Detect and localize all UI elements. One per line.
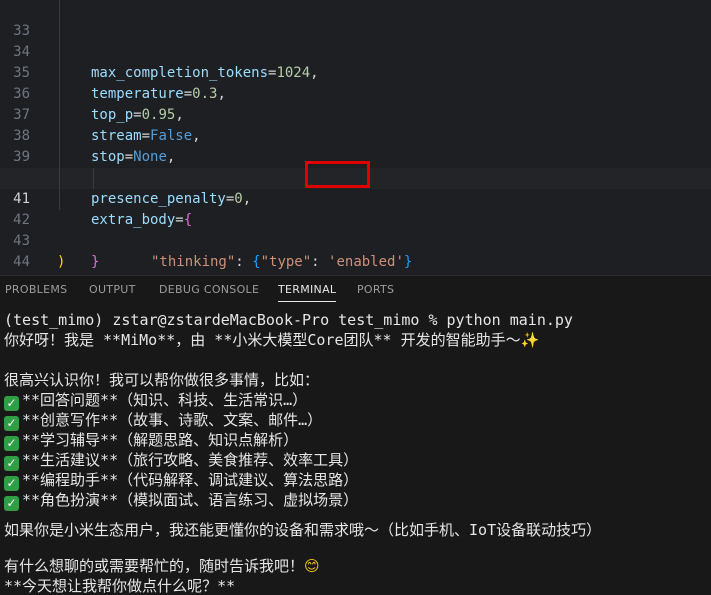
terminal-list-item: ✓ **角色扮演**（模拟面试、语言练习、虚拟场景） <box>4 490 358 511</box>
terminal-output-line: 你好呀！我是 **MiMo**，由 **小米大模型Core团队** 开发的智能助… <box>4 331 540 349</box>
terminal[interactable]: (test_mimo) zstar@zstardeMacBook-Pro tes… <box>0 304 711 595</box>
tab-debug-console[interactable]: DEBUG CONSOLE <box>159 276 259 304</box>
tab-problems[interactable]: PROBLEMS <box>5 276 67 304</box>
code-editor[interactable]: 33 max_completion_tokens=1024, 34 temper… <box>0 0 711 275</box>
smile-icon: 😊 <box>304 557 320 575</box>
code-line[interactable]: 44 <box>0 231 711 270</box>
code-line[interactable]: 45 print(completion.choices[0].message.c… <box>0 252 711 273</box>
terminal-list-item: ✓ **编程助手**（代码解释、调试建议、算法思路） <box>4 470 358 491</box>
check-icon: ✓ <box>4 476 19 491</box>
terminal-output-line: **今天想让我帮你做点什么呢？** <box>4 577 236 595</box>
check-icon: ✓ <box>4 396 19 411</box>
terminal-output-line: 很高兴认识你！我可以帮你做很多事情，比如： <box>4 371 320 389</box>
code-line[interactable]: 37 stop=None, <box>0 84 711 165</box>
terminal-output-line: 如果你是小米生态用户，我还能更懂你的设备和需求哦～（比如手机、IoT设备联动技巧… <box>4 521 602 539</box>
code-line[interactable]: 39 presence_penalty=0, <box>0 126 711 207</box>
code-line[interactable]: 36 stream=False, <box>0 63 711 144</box>
highlight-box <box>305 161 370 188</box>
panel-tabs: PROBLEMS OUTPUT DEBUG CONSOLE TERMINAL P… <box>0 276 711 304</box>
code-line[interactable]: 43 ) <box>0 210 711 270</box>
terminal-list-item: ✓ **回答问题**（知识、科技、生活常识…） <box>4 390 307 411</box>
code-line[interactable]: 38 frequency_penalty=0, <box>0 105 711 186</box>
terminal-list-item: ✓ **生活建议**（旅行攻略、美食推荐、效率工具） <box>4 450 358 471</box>
code-line[interactable]: 34 temperature=0.3, <box>0 21 711 102</box>
check-icon: ✓ <box>4 456 19 471</box>
code-line[interactable]: 35 top_p=0.95, <box>0 42 711 123</box>
tab-output[interactable]: OUTPUT <box>89 276 136 304</box>
tab-terminal[interactable]: TERMINAL <box>278 276 337 304</box>
check-icon: ✓ <box>4 496 19 511</box>
terminal-output-line: 有什么想聊的或需要帮忙的，随时告诉我吧！😊 <box>4 557 320 575</box>
terminal-list-item: ✓ **创意写作**（故事、诗歌、文案、邮件…） <box>4 410 322 431</box>
code-line[interactable]: 33 max_completion_tokens=1024, <box>0 0 711 81</box>
terminal-list-item: ✓ **学习辅导**（解题思路、知识点解析） <box>4 430 298 451</box>
check-icon: ✓ <box>4 416 19 431</box>
sparkle-icon: ✨ <box>520 331 540 349</box>
code-line[interactable]: 42 } <box>0 189 711 270</box>
check-icon: ✓ <box>4 436 19 451</box>
terminal-command: (test_mimo) zstar@zstardeMacBook-Pro tes… <box>4 311 573 329</box>
tab-ports[interactable]: PORTS <box>357 276 394 304</box>
